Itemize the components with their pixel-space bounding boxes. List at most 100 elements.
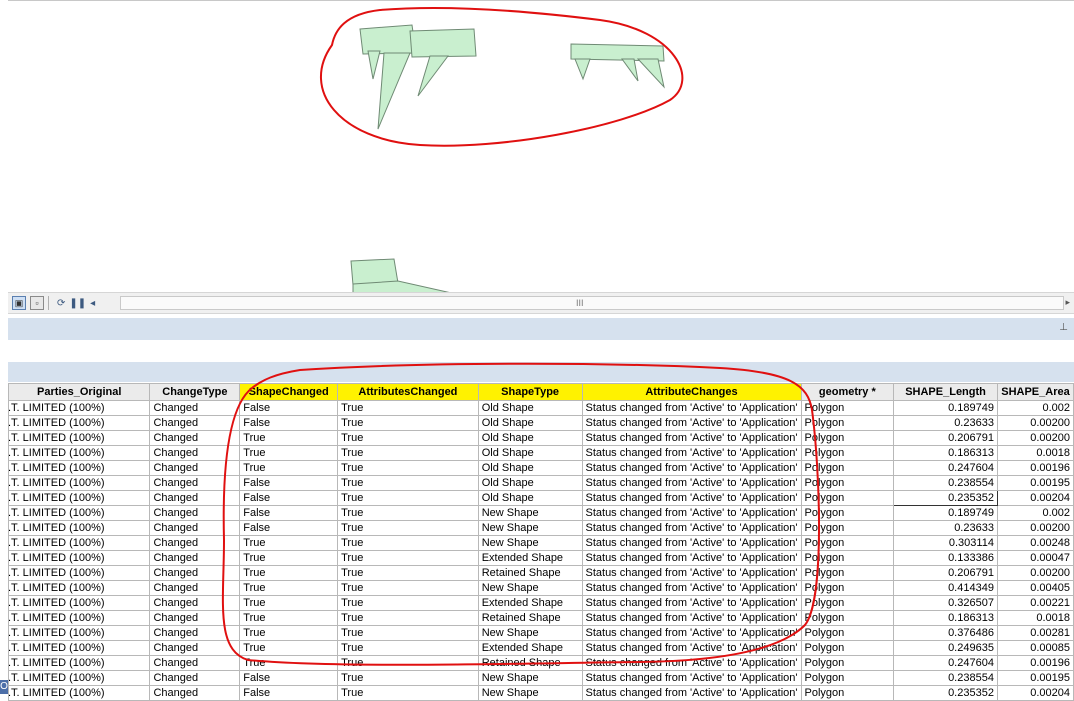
table-cell[interactable]: Polygon [800,550,895,566]
table-cell[interactable]: 0.00200 [996,415,1074,431]
table-row[interactable]: .T. LIMITED (100%) Changed True True Extende… [7,640,1074,656]
table-cell[interactable]: 0.00281 [996,625,1074,641]
table-cell[interactable]: True [337,550,479,566]
table-cell[interactable]: True [337,610,479,626]
table-cell[interactable]: True [239,580,339,596]
table-cell[interactable]: True [337,640,479,656]
table-cell[interactable]: Polygon [800,655,895,671]
table-cell[interactable]: 0.00200 [996,430,1074,446]
table-cell[interactable]: Status changed from 'Active' to 'Applica… [581,535,802,551]
table-cell[interactable]: 0.00196 [996,655,1074,671]
table-cell[interactable]: Status changed from 'Active' to 'Applica… [581,460,802,476]
table-cell[interactable]: 0.414349 [893,580,998,596]
table-cell[interactable]: False [239,400,339,416]
table-cell[interactable]: False [239,415,339,431]
table-cell[interactable]: Changed [149,535,241,551]
table-cell[interactable]: Polygon [800,535,895,551]
table-cell[interactable]: 0.326507 [893,595,998,611]
table-cell[interactable]: True [337,445,479,461]
table-cell[interactable]: 0.00248 [996,535,1074,551]
table-cell[interactable]: Changed [149,670,241,686]
table-cell[interactable]: True [239,430,339,446]
table-cell[interactable]: 0.238554 [893,475,998,491]
table-cell[interactable]: 0.0018 [996,610,1074,626]
table-cell[interactable]: Retained Shape [477,565,583,581]
table-cell[interactable]: 0.247604 [893,655,998,671]
table-row[interactable]: .T. LIMITED (100%) Changed True True Retaine… [7,655,1074,671]
table-cell[interactable]: False [239,475,339,491]
table-cell[interactable]: Old Shape [477,430,583,446]
table-cell[interactable]: 0.23633 [893,520,998,536]
column-header[interactable]: SHAPE_Length [893,383,998,401]
table-cell[interactable]: Old Shape [477,400,583,416]
table-cell[interactable]: 0.238554 [893,670,998,686]
table-row[interactable]: .T. LIMITED (100%) Changed True True Extende… [7,550,1074,566]
table-cell[interactable]: True [337,460,479,476]
table-cell[interactable]: 0.00047 [996,550,1074,566]
table-row[interactable]: .T. LIMITED (100%) Changed False True Old Sh… [7,415,1074,431]
table-cell[interactable]: Extended Shape [477,595,583,611]
table-row[interactable]: .T. LIMITED (100%) Changed False True New Sh… [7,505,1074,521]
table-row[interactable]: .T. LIMITED (100%) Changed False True New Sh… [7,685,1074,701]
table-cell[interactable]: True [337,490,479,506]
layout-view-button[interactable]: ▫ [30,296,44,310]
table-cell[interactable]: Status changed from 'Active' to 'Applica… [581,490,802,506]
table-cell[interactable]: True [239,460,339,476]
table-cell[interactable]: 0.186313 [893,610,998,626]
table-cell[interactable]: Changed [149,445,241,461]
table-cell[interactable]: True [239,535,339,551]
table-cell[interactable]: Changed [149,505,241,521]
table-cell[interactable]: New Shape [477,505,583,521]
table-cell[interactable]: True [337,430,479,446]
table-cell[interactable]: Status changed from 'Active' to 'Applica… [581,640,802,656]
table-cell[interactable]: 0.186313 [893,445,998,461]
table-cell[interactable]: True [239,565,339,581]
table-cell[interactable]: True [337,535,479,551]
table-cell[interactable]: False [239,490,339,506]
map-polygon[interactable] [377,52,411,130]
table-cell[interactable]: New Shape [477,670,583,686]
table-cell[interactable]: Polygon [800,430,895,446]
column-header[interactable]: Parties_Original [7,383,151,401]
table-cell[interactable]: Polygon [800,625,895,641]
table-cell[interactable]: 0.00195 [996,670,1074,686]
column-header[interactable]: geometry * [800,383,895,401]
table-cell[interactable]: Retained Shape [477,610,583,626]
table-cell[interactable]: .T. LIMITED (100%) [7,490,151,506]
table-cell[interactable]: Polygon [800,475,895,491]
table-cell[interactable]: Status changed from 'Active' to 'Applica… [581,430,802,446]
table-cell[interactable]: Status changed from 'Active' to 'Applica… [581,550,802,566]
table-row[interactable]: .T. LIMITED (100%) Changed False True New Sh… [7,520,1074,536]
table-cell[interactable]: Changed [149,640,241,656]
table-cell[interactable]: 0.00200 [996,520,1074,536]
table-cell[interactable]: 0.133386 [893,550,998,566]
table-cell[interactable]: 0.00204 [996,490,1074,506]
table-cell[interactable]: 0.206791 [893,565,998,581]
table-cell[interactable]: Status changed from 'Active' to 'Applica… [581,400,802,416]
table-cell[interactable]: Status changed from 'Active' to 'Applica… [581,565,802,581]
table-cell[interactable]: Polygon [800,640,895,656]
table-cell[interactable]: Changed [149,685,241,701]
table-cell[interactable]: Polygon [800,595,895,611]
table-cell[interactable]: .T. LIMITED (100%) [7,430,151,446]
table-row[interactable]: .T. LIMITED (100%) Changed True True New Sha… [7,580,1074,596]
table-cell[interactable]: True [337,520,479,536]
table-cell[interactable]: Status changed from 'Active' to 'Applica… [581,415,802,431]
table-cell[interactable]: False [239,505,339,521]
table-cell[interactable]: Polygon [800,580,895,596]
table-row[interactable]: .T. LIMITED (100%) Changed False True Old Sh… [7,400,1074,416]
table-cell[interactable]: Changed [149,580,241,596]
column-header[interactable]: ShapeType [477,383,583,401]
table-cell[interactable]: New Shape [477,625,583,641]
table-cell[interactable]: 0.00221 [996,595,1074,611]
table-row[interactable]: .T. LIMITED (100%) Changed True True New Sha… [7,625,1074,641]
table-cell[interactable]: Extended Shape [477,640,583,656]
table-cell[interactable]: True [337,505,479,521]
table-cell[interactable]: True [337,565,479,581]
table-cell[interactable]: .T. LIMITED (100%) [7,655,151,671]
pause-icon[interactable]: ❚❚ [69,298,86,309]
refresh-icon[interactable]: ⟳ [57,298,65,309]
table-row[interactable]: .T. LIMITED (100%) Changed False True Old Sh… [7,475,1074,491]
table-cell[interactable]: .T. LIMITED (100%) [7,505,151,521]
table-cell[interactable]: New Shape [477,580,583,596]
